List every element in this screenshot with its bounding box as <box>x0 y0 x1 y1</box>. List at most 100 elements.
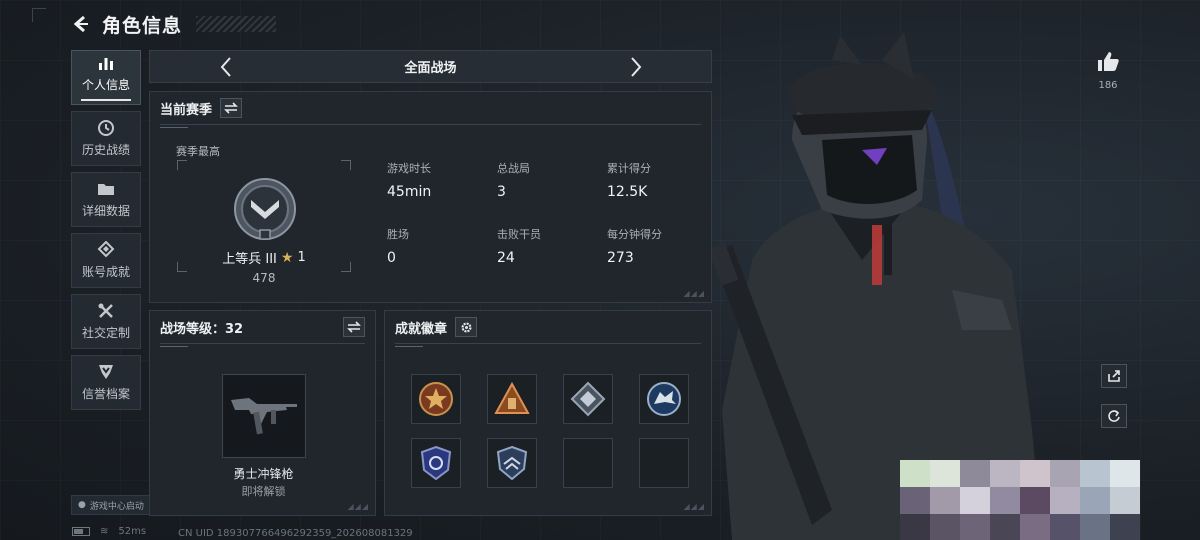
like-widget[interactable]: 186 <box>1094 50 1122 91</box>
rank-stars: 1 <box>297 250 306 265</box>
season-title: 当前赛季 <box>160 102 213 118</box>
triangle-badge-icon <box>494 381 530 414</box>
weapon-reward-slot[interactable] <box>222 374 306 458</box>
weapon-unlock-status: 即将解锁 <box>241 485 286 498</box>
mode-label: 全面战场 <box>404 61 457 76</box>
stat-label: 胜场 <box>387 228 409 241</box>
folder-icon <box>96 180 116 198</box>
season-panel-header: 当前赛季 <box>150 92 711 124</box>
badge-slot-empty[interactable] <box>639 438 689 488</box>
stat-value: 3 <box>497 184 506 200</box>
bar-chart-icon <box>96 54 116 72</box>
sidebar-item-label: 个人信息 <box>81 78 130 92</box>
badge-slot[interactable] <box>411 374 461 424</box>
launch-badge-label: 游戏中心启动 <box>89 501 144 512</box>
level-panel-header: 战场等级：32 <box>150 311 375 343</box>
stat-cell: 每分钟得分 273 <box>607 226 717 266</box>
badge-slot[interactable] <box>411 438 461 488</box>
sidebar-item-label: 历史战绩 <box>81 143 130 157</box>
sidebar-item-label: 账号成就 <box>81 265 130 279</box>
ping-value: 52ms <box>118 526 147 537</box>
wifi-icon: ≋ <box>100 526 109 537</box>
badge-slot-empty[interactable] <box>563 438 613 488</box>
swap-icon <box>224 102 238 114</box>
refresh-icon <box>1108 410 1120 422</box>
badge-slot[interactable] <box>487 438 537 488</box>
stat-label: 总战局 <box>497 162 530 175</box>
badge-grid <box>411 374 689 488</box>
season-panel: 当前赛季 赛季最高 上等兵 III ★ 1 478 游戏时长 45min 总战局 3… <box>149 91 712 303</box>
rank-score: 478 <box>252 271 276 285</box>
star-medal-icon <box>419 382 453 416</box>
achievement-settings-button[interactable] <box>455 317 478 337</box>
stat-label: 击败干员 <box>497 228 541 241</box>
badge-slot[interactable] <box>639 374 689 424</box>
star-icon: ★ <box>280 249 294 266</box>
stat-cell: 胜场 0 <box>387 226 497 266</box>
game-center-icon: ● <box>78 500 86 510</box>
rank-emblem-icon <box>234 178 296 240</box>
clock-icon <box>96 119 116 137</box>
achievement-title: 成就徽章 <box>395 321 448 337</box>
like-count: 186 <box>1098 80 1118 91</box>
stat-value: 12.5K <box>607 184 648 200</box>
rank-name-row: 上等兵 III ★ 1 <box>177 248 351 268</box>
achievement-badges-panel: 成就徽章 ◢◢◢ <box>384 310 712 516</box>
shield-icon <box>96 363 116 381</box>
battlefield-level-panel: 战场等级：32 勇士冲锋枪 即将解锁 ◢◢◢ <box>149 310 376 516</box>
sidebar-item-personal-info[interactable]: 个人信息 <box>71 50 141 105</box>
sidebar: 个人信息 历史战绩 详细数据 账号成就 社交定制 信誉档案 <box>71 50 141 410</box>
sidebar-item-reputation[interactable]: 信誉档案 <box>71 355 141 410</box>
user-uid: CN UID 18930776649629235​9_202608081329 <box>178 528 413 539</box>
status-bar: ≋ 52ms <box>72 526 146 537</box>
sidebar-item-social[interactable]: 社交定制 <box>71 294 141 349</box>
season-stats-grid: 游戏时长 45min 总战局 3 累计得分 12.5K 胜场 0 击败干员 24 每分钟得… <box>387 160 717 266</box>
badge-slot[interactable] <box>487 374 537 424</box>
stat-cell: 累计得分 12.5K <box>607 160 717 200</box>
stat-value: 45min <box>387 184 432 200</box>
level-switch-button[interactable] <box>343 317 365 337</box>
sidebar-item-achievements[interactable]: 账号成就 <box>71 233 141 288</box>
stat-cell: 游戏时长 45min <box>387 160 497 200</box>
header-divider <box>395 343 701 347</box>
panel-ticks: ◢◢◢ <box>683 502 705 511</box>
police-badge-icon <box>420 445 452 481</box>
sidebar-item-label: 详细数据 <box>81 204 130 218</box>
battery-icon <box>72 527 90 536</box>
stat-value: 273 <box>607 250 634 266</box>
stat-cell: 击败干员 24 <box>497 226 607 266</box>
mode-selector: 全面战场 <box>149 50 712 83</box>
mode-next-chevron-icon[interactable] <box>626 54 646 80</box>
tools-icon <box>96 302 116 320</box>
rank-name: 上等兵 III <box>222 252 277 267</box>
corner-decoration <box>32 8 46 22</box>
gear-icon <box>461 321 472 333</box>
stat-value: 24 <box>497 250 515 266</box>
back-arrow-icon[interactable] <box>70 13 92 35</box>
stat-label: 累计得分 <box>607 162 651 175</box>
smg-weapon-icon <box>231 398 297 435</box>
season-best-label: 赛季最高 <box>176 145 220 158</box>
swap-icon <box>347 321 361 333</box>
title-stripes <box>196 16 277 32</box>
weapon-name: 勇士冲锋枪 <box>233 467 294 481</box>
achievement-panel-header: 成就徽章 <box>385 311 711 343</box>
diamond-badge-icon <box>570 381 606 417</box>
sidebar-item-details[interactable]: 详细数据 <box>71 172 141 227</box>
sidebar-item-label: 社交定制 <box>81 326 130 340</box>
achievement-icon <box>96 241 116 259</box>
stat-cell: 总战局 3 <box>497 160 607 200</box>
share-button[interactable] <box>1101 364 1127 388</box>
mode-prev-chevron-icon[interactable] <box>216 54 236 80</box>
header-divider <box>160 343 365 347</box>
stat-value: 0 <box>387 250 396 266</box>
sidebar-item-history[interactable]: 历史战绩 <box>71 111 141 166</box>
panel-ticks: ◢◢◢ <box>347 502 369 511</box>
refresh-button[interactable] <box>1101 404 1127 428</box>
game-center-launch-badge: ● 游戏中心启动 <box>71 495 151 515</box>
panel-ticks: ◢◢◢ <box>683 289 705 298</box>
season-switch-button[interactable] <box>220 98 243 118</box>
page-title: 角色信息 <box>102 14 183 37</box>
header-divider <box>160 124 701 128</box>
badge-slot[interactable] <box>563 374 613 424</box>
